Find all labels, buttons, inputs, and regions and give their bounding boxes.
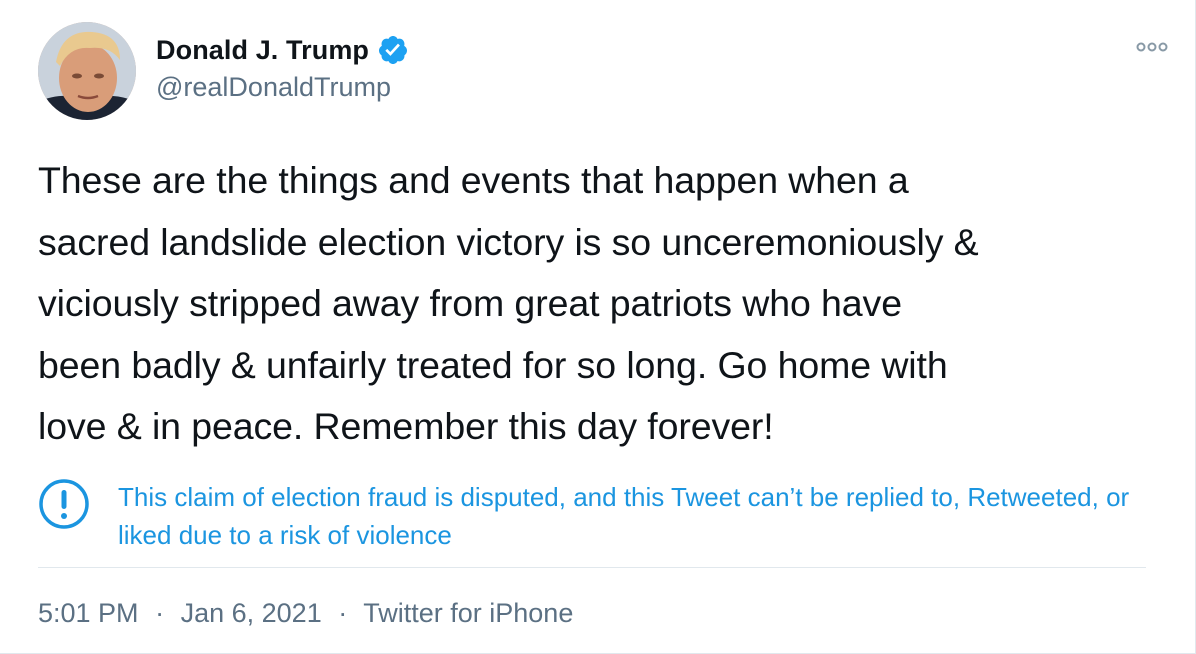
tweet-date[interactable]: Jan 6, 2021 xyxy=(181,598,322,628)
more-options-icon[interactable] xyxy=(1135,38,1169,56)
tweet-source[interactable]: Twitter for iPhone xyxy=(363,598,573,628)
divider xyxy=(38,567,1146,568)
tweet-card: Donald J. Trump @realDonaldTrump These a… xyxy=(0,0,1196,654)
author-name-row: Donald J. Trump xyxy=(156,30,409,70)
disputed-claim-notice: This claim of election fraud is disputed… xyxy=(38,478,1146,554)
tweet-meta: 5:01 PM · Jan 6, 2021 · Twitter for iPho… xyxy=(38,598,573,629)
avatar[interactable] xyxy=(38,22,136,120)
tweet-text: These are the things and events that hap… xyxy=(38,159,979,447)
meta-separator: · xyxy=(155,598,165,628)
author-handle[interactable]: @realDonaldTrump xyxy=(156,72,391,103)
tweet-time[interactable]: 5:01 PM xyxy=(38,598,139,628)
author-display-name[interactable]: Donald J. Trump xyxy=(156,35,369,66)
exclamation-circle-icon xyxy=(38,478,90,530)
meta-separator: · xyxy=(338,598,348,628)
disputed-claim-link[interactable]: This claim of election fraud is disputed… xyxy=(118,478,1146,554)
avatar-photo xyxy=(38,22,136,120)
verified-badge-icon xyxy=(377,34,409,66)
